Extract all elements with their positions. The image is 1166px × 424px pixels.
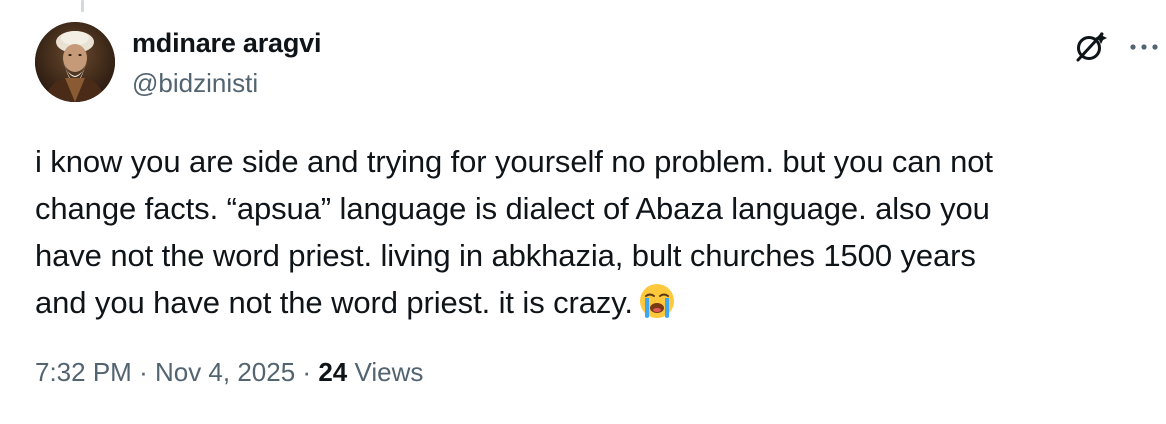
author-handle[interactable]: @bidzinisti [132,68,258,99]
tweet-text-line: and you have not the word priest. it is … [35,285,633,320]
loudly-crying-face-icon [637,281,677,321]
views-count[interactable]: 24 [318,357,347,387]
meta-separator: · [139,357,148,387]
tweet-date[interactable]: Nov 4, 2025 [155,357,295,387]
tweet-text-line: i know you are side and trying for yours… [35,144,993,179]
tweet-text-line: have not the word priest. living in abkh… [35,238,976,273]
tweet-time[interactable]: 7:32 PM [35,357,132,387]
views-label: Views [354,357,424,387]
meta-separator: · [302,357,312,387]
tweet-text-line: change facts. “apsua” language is dialec… [35,191,990,226]
thread-connector-line [81,0,84,12]
tweet-meta: 7:32 PM · Nov 4, 2025 · 24 Views [35,357,423,388]
portrait-avatar-icon [35,22,115,102]
tweet-text: i know you are side and trying for yours… [35,138,1145,326]
avatar[interactable] [35,22,115,102]
tweet-text-line-last: and you have not the word priest. it is … [35,279,1145,326]
author-name[interactable]: mdinare aragvi [132,28,321,59]
grok-icon[interactable] [1072,29,1108,65]
more-options-icon[interactable] [1129,40,1159,52]
